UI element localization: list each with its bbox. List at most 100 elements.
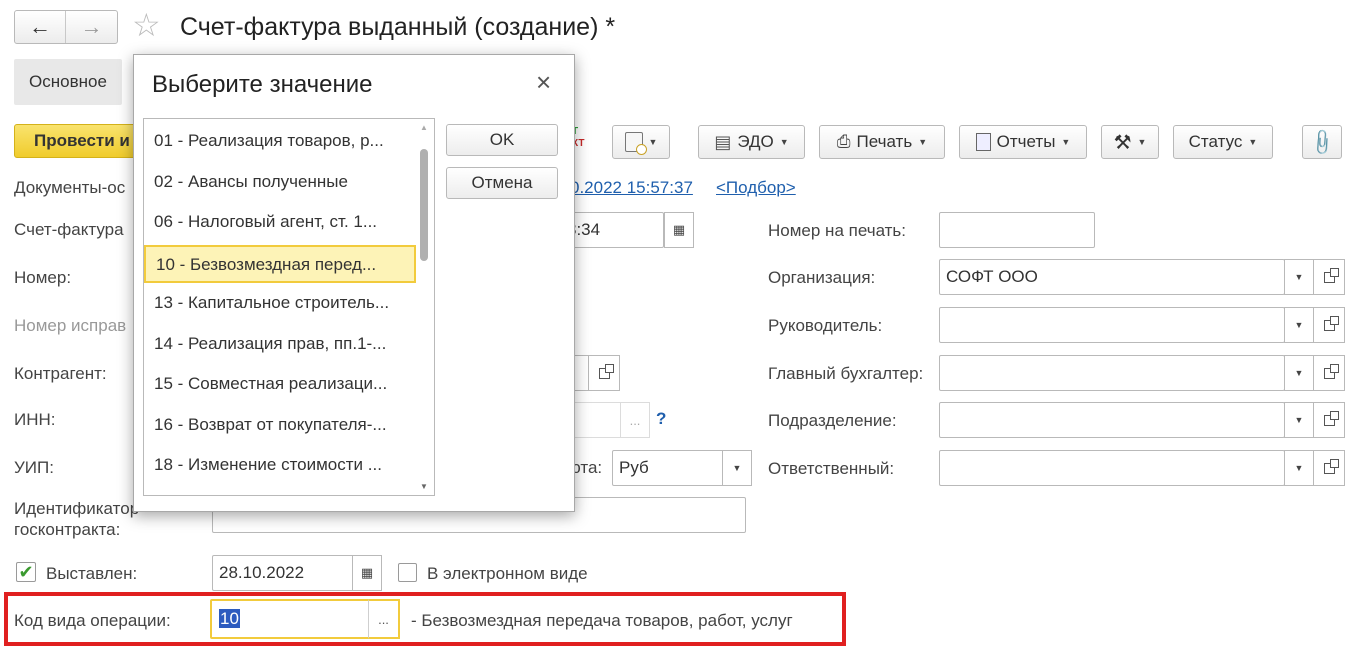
- currency-select[interactable]: Руб: [612, 450, 724, 486]
- inn-select-button[interactable]: ...: [620, 402, 650, 438]
- document-clock-icon: [624, 132, 647, 155]
- create-based-on-button[interactable]: ▼: [612, 125, 670, 159]
- electronic-checkbox[interactable]: [398, 563, 417, 582]
- edo-button[interactable]: ▤ ЭДО ▼: [698, 125, 805, 159]
- scroll-thumb[interactable]: [420, 149, 428, 261]
- back-button[interactable]: ←: [15, 11, 67, 43]
- list-item[interactable]: 10 - Безвозмездная перед...: [144, 244, 416, 283]
- responsible-label: Ответственный:: [768, 459, 895, 478]
- head-dropdown[interactable]: ▼: [1284, 307, 1314, 343]
- printer-icon: ⎙: [836, 132, 851, 151]
- chief-accountant-label: Главный бухгалтер:: [768, 364, 924, 383]
- attach-button[interactable]: 📎: [1302, 125, 1342, 159]
- inn-label: ИНН:: [14, 410, 56, 429]
- organization-dropdown[interactable]: ▼: [1284, 259, 1314, 295]
- correction-number-label: Номер исправ: [14, 316, 127, 335]
- department-dropdown[interactable]: ▼: [1284, 402, 1314, 438]
- issued-checkbox[interactable]: ✔: [16, 562, 36, 582]
- head-open-button[interactable]: [1313, 307, 1345, 343]
- docs-basis-link[interactable]: 0.2022 15:57:37: [570, 178, 693, 198]
- open-icon: [1323, 410, 1339, 426]
- print-number-label: Номер на печать:: [768, 221, 907, 240]
- number-label: Номер:: [14, 268, 72, 287]
- choose-value-dialog: Выберите значение × 01 - Реализация това…: [133, 54, 575, 512]
- help-mark[interactable]: ?: [656, 409, 666, 429]
- invoice-label: Счет-фактура: [14, 220, 124, 239]
- arrow-left-icon: ←: [29, 14, 51, 39]
- department-label: Подразделение:: [768, 411, 897, 430]
- pick-link[interactable]: <Подбор>: [716, 178, 796, 198]
- calendar-icon: ▦: [360, 565, 374, 580]
- invoice-datetime-field[interactable]: 8:34: [560, 212, 664, 248]
- head-label: Руководитель:: [768, 316, 883, 335]
- ok-button[interactable]: OK: [446, 124, 558, 156]
- chevron-down-icon: ▼: [1294, 463, 1304, 473]
- paperclip-icon: 📎: [1307, 126, 1338, 157]
- responsible-dropdown[interactable]: ▼: [1284, 450, 1314, 486]
- tab-main[interactable]: Основное: [14, 59, 122, 105]
- responsible-open-button[interactable]: [1313, 450, 1345, 486]
- list-item[interactable]: 13 - Капитальное строитель...: [144, 285, 416, 323]
- scroll-up-icon[interactable]: ▲: [420, 123, 428, 132]
- cancel-button[interactable]: Отмена: [446, 167, 558, 199]
- operation-code-field[interactable]: 10: [210, 599, 370, 639]
- scroll-down-icon[interactable]: ▼: [420, 482, 428, 491]
- open-icon: [1323, 363, 1339, 379]
- organization-open-button[interactable]: [1313, 259, 1345, 295]
- organization-label: Организация:: [768, 268, 876, 287]
- arrow-right-icon: →: [80, 14, 103, 39]
- chevron-down-icon: ▼: [1137, 137, 1147, 147]
- checkmark-icon: ✔: [18, 562, 34, 582]
- favorite-star-icon[interactable]: ☆: [132, 6, 161, 44]
- counterparty-open-button[interactable]: [588, 355, 620, 391]
- operation-code-description: - Безвозмездная передача товаров, работ,…: [411, 611, 793, 630]
- issued-date-field[interactable]: 28.10.2022: [212, 555, 354, 591]
- window-title: Счет-фактура выданный (создание) *: [180, 13, 616, 41]
- chief-accountant-field[interactable]: [939, 355, 1285, 391]
- head-field[interactable]: [939, 307, 1285, 343]
- responsible-field[interactable]: [939, 450, 1285, 486]
- list-item[interactable]: 01 - Реализация товаров, р...: [144, 123, 416, 161]
- docs-basis-label: Документы-ос: [14, 178, 126, 197]
- forward-button[interactable]: →: [66, 11, 117, 43]
- list-item[interactable]: 16 - Возврат от покупателя-...: [144, 407, 416, 445]
- department-open-button[interactable]: [1313, 402, 1345, 438]
- chevron-down-icon: ▼: [918, 137, 928, 147]
- department-field[interactable]: [939, 402, 1285, 438]
- print-button[interactable]: ⎙ Печать ▼: [819, 125, 945, 159]
- open-icon: [1323, 267, 1339, 283]
- organization-field[interactable]: СОФТ ООО: [939, 259, 1285, 295]
- reports-button[interactable]: Отчеты ▼: [959, 125, 1087, 159]
- list-item[interactable]: 02 - Авансы полученные: [144, 164, 416, 202]
- edo-icon: ▤: [714, 131, 732, 152]
- print-number-field[interactable]: [939, 212, 1095, 248]
- currency-dropdown-button[interactable]: ▼: [722, 450, 752, 486]
- chevron-down-icon: ▼: [1294, 272, 1304, 282]
- counterparty-label: Контрагент:: [14, 364, 107, 383]
- list-item[interactable]: 18 - Изменение стоимости ...: [144, 447, 416, 485]
- list-item[interactable]: 14 - Реализация прав, пп.1-...: [144, 326, 416, 364]
- close-icon[interactable]: ×: [536, 67, 551, 97]
- electronic-label: В электронном виде: [427, 564, 588, 583]
- list-scrollbar[interactable]: ▲ ▼: [416, 119, 434, 495]
- open-icon: [598, 363, 614, 379]
- list-item[interactable]: 06 - Налоговый агент, ст. 1...: [144, 204, 416, 242]
- tools-button[interactable]: ⚒ ▼: [1101, 125, 1159, 159]
- open-icon: [1323, 315, 1339, 331]
- uip-label: УИП:: [14, 458, 54, 477]
- value-list[interactable]: 01 - Реализация товаров, р... 02 - Авансы…: [143, 118, 435, 496]
- operation-code-select-button[interactable]: ...: [368, 599, 400, 639]
- chevron-down-icon: ▼: [1248, 137, 1258, 147]
- status-button[interactable]: Статус ▼: [1173, 125, 1273, 159]
- chief-accountant-open-button[interactable]: [1313, 355, 1345, 391]
- calendar-button[interactable]: ▦: [664, 212, 694, 248]
- issued-label: Выставлен:: [46, 564, 138, 583]
- chief-accountant-dropdown[interactable]: ▼: [1284, 355, 1314, 391]
- dialog-title: Выберите значение: [152, 71, 373, 98]
- chevron-down-icon: ▼: [1294, 368, 1304, 378]
- issued-calendar-button[interactable]: ▦: [352, 555, 382, 591]
- list-item[interactable]: 15 - Совместная реализаци...: [144, 366, 416, 404]
- contract-id-label: Идентификатор госконтракта:: [14, 499, 140, 539]
- dt-kt-icon[interactable]: Т КТ: [572, 126, 598, 156]
- tools-icon: ⚒: [1113, 131, 1132, 154]
